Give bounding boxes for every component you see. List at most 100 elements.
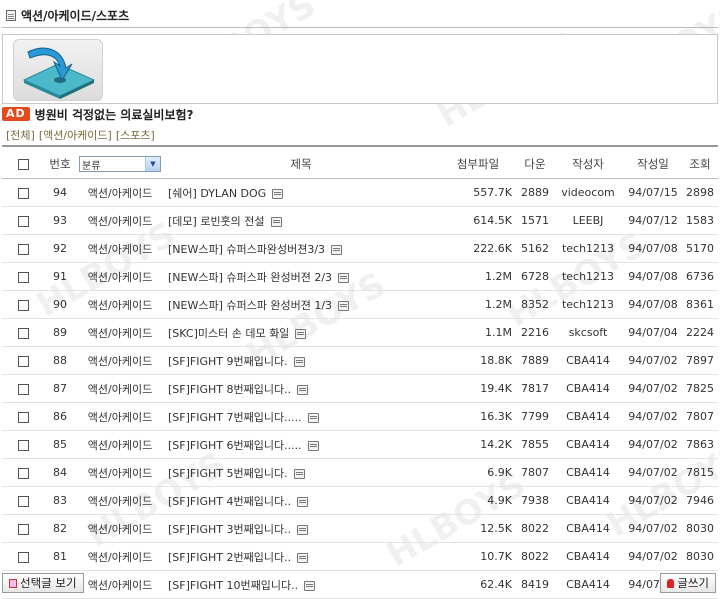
select-all-cell (2, 150, 44, 179)
write-button[interactable]: 글쓰기 (660, 573, 716, 593)
category-select[interactable]: 분류 ▼ (79, 156, 161, 172)
post-subject-link[interactable]: [SF]FIGHT 4번째입니다.. (168, 495, 291, 508)
row-select-cell (2, 290, 44, 319)
select-all-checkbox[interactable] (17, 159, 29, 170)
post-downloads: 7855 (518, 430, 552, 459)
row-checkbox[interactable] (17, 243, 29, 255)
table-row: 84 액션/아케이드 [SF]FIGHT 5번째입니다. 6.9K 7807 C… (2, 458, 718, 487)
table-row: 93 액션/아케이드 [데모] 로빈훗의 전설 614.5K 1571 LEEB… (2, 206, 718, 235)
post-author[interactable]: CBA414 (552, 402, 624, 431)
post-views: 7807 (682, 402, 718, 431)
post-author[interactable]: LEEBJ (552, 206, 624, 235)
post-views: 7825 (682, 374, 718, 403)
post-subject-link[interactable]: [SF]FIGHT 3번째입니다.. (168, 523, 291, 536)
category-link-all[interactable]: [전체] (6, 127, 35, 142)
post-author[interactable]: CBA414 (552, 570, 624, 599)
post-date: 94/07/04 (624, 318, 682, 347)
row-checkbox[interactable] (17, 551, 29, 563)
post-author[interactable]: skcsoft (552, 318, 624, 347)
post-category: 액션/아케이드 (76, 430, 164, 459)
post-author[interactable]: CBA414 (552, 430, 624, 459)
post-date: 94/07/02 (624, 374, 682, 403)
post-downloads: 7807 (518, 458, 552, 487)
post-subject-cell: [NEW스파] 슈퍼스파완성버젼3/3 (164, 234, 438, 263)
row-checkbox[interactable] (17, 215, 29, 227)
post-subject-link[interactable]: [SKC]미스터 손 데모 화일 (168, 327, 289, 340)
row-checkbox[interactable] (17, 299, 29, 311)
post-category: 액션/아케이드 (76, 234, 164, 263)
row-checkbox[interactable] (17, 187, 29, 199)
post-size: 6.9K (438, 458, 518, 487)
post-subject-link[interactable]: [SF]FIGHT 6번째입니다..... (168, 439, 302, 452)
post-views: 6736 (682, 262, 718, 291)
ad-row[interactable]: AD 병원비 걱정없는 의료실비보험? (2, 106, 194, 122)
row-checkbox[interactable] (17, 327, 29, 339)
row-checkbox[interactable] (17, 439, 29, 451)
post-author[interactable]: videocom (552, 178, 624, 207)
view-selected-button[interactable]: 선택글 보기 (2, 573, 84, 593)
post-subject-cell: [SF]FIGHT 10번째입니다.. (164, 570, 438, 599)
post-subject-link[interactable]: [NEW스파] 슈퍼스파 완성버젼 1/3 (168, 299, 332, 312)
post-author[interactable]: CBA414 (552, 346, 624, 375)
category-filter: [전체] [액션/아케이드] [스포츠] (6, 127, 155, 142)
ad-link[interactable]: 병원비 걱정없는 의료실비보험? (35, 106, 194, 123)
post-subject-link[interactable]: [SF]FIGHT 5번째입니다. (168, 467, 288, 480)
post-author[interactable]: tech1213 (552, 262, 624, 291)
post-no: 87 (44, 374, 76, 403)
row-checkbox[interactable] (17, 383, 29, 395)
selected-posts-icon (9, 578, 17, 588)
post-subject-link[interactable]: [SF]FIGHT 7번째입니다..... (168, 411, 302, 424)
post-size: 16.3K (438, 402, 518, 431)
post-category: 액션/아케이드 (76, 486, 164, 515)
row-checkbox[interactable] (17, 271, 29, 283)
document-icon (6, 9, 16, 21)
post-author[interactable]: CBA414 (552, 458, 624, 487)
post-views: 7897 (682, 346, 718, 375)
category-link-sports[interactable]: [스포츠] (116, 127, 155, 142)
table-top-border (2, 145, 718, 147)
category-link-action-arcade[interactable]: [액션/아케이드] (39, 127, 112, 142)
post-no: 94 (44, 178, 76, 207)
post-author[interactable]: CBA414 (552, 542, 624, 571)
post-downloads: 7817 (518, 374, 552, 403)
post-date: 94/07/02 (624, 430, 682, 459)
post-downloads: 8022 (518, 514, 552, 543)
post-author[interactable]: tech1213 (552, 290, 624, 319)
post-size: 12.5K (438, 514, 518, 543)
post-author[interactable]: CBA414 (552, 486, 624, 515)
post-date: 94/07/08 (624, 234, 682, 263)
row-select-cell (2, 486, 44, 515)
table-row: 89 액션/아케이드 [SKC]미스터 손 데모 화일 1.1M 2216 sk… (2, 318, 718, 347)
post-subject-link[interactable]: [SF]FIGHT 10번째입니다.. (168, 579, 298, 592)
post-subject-link[interactable]: [데모] 로빈훗의 전설 (168, 215, 265, 228)
post-size: 557.7K (438, 178, 518, 207)
row-checkbox[interactable] (17, 411, 29, 423)
post-no: 89 (44, 318, 76, 347)
row-checkbox[interactable] (17, 495, 29, 507)
post-subject-link[interactable]: [SF]FIGHT 9번째입니다. (168, 355, 288, 368)
post-date: 94/07/02 (624, 542, 682, 571)
pen-icon (667, 578, 675, 588)
post-subject-link[interactable]: [SF]FIGHT 8번째입니다.. (168, 383, 291, 396)
post-subject-link[interactable]: [NEW스파] 슈퍼스파 완성버젼 2/3 (168, 271, 332, 284)
row-checkbox[interactable] (17, 467, 29, 479)
post-subject-cell: [쉐어] DYLAN DOG (164, 178, 438, 207)
post-author[interactable]: CBA414 (552, 374, 624, 403)
post-downloads: 7938 (518, 486, 552, 515)
row-select-cell (2, 514, 44, 543)
post-subject-cell: [SF]FIGHT 5번째입니다. (164, 458, 438, 487)
post-subject-cell: [SF]FIGHT 9번째입니다. (164, 346, 438, 375)
post-author[interactable]: CBA414 (552, 514, 624, 543)
post-date: 94/07/15 (624, 178, 682, 207)
comment-icon (297, 524, 309, 535)
post-subject-cell: [SF]FIGHT 8번째입니다.. (164, 374, 438, 403)
row-checkbox[interactable] (17, 523, 29, 535)
post-subject-link[interactable]: [NEW스파] 슈퍼스파완성버젼3/3 (168, 243, 325, 256)
post-subject-link[interactable]: [쉐어] DYLAN DOG (168, 187, 266, 200)
post-no: 90 (44, 290, 76, 319)
category-select-value: 분류 (82, 160, 101, 172)
post-subject-link[interactable]: [SF]FIGHT 2번째입니다.. (168, 551, 291, 564)
post-author[interactable]: tech1213 (552, 234, 624, 263)
post-views: 7863 (682, 430, 718, 459)
row-checkbox[interactable] (17, 355, 29, 367)
